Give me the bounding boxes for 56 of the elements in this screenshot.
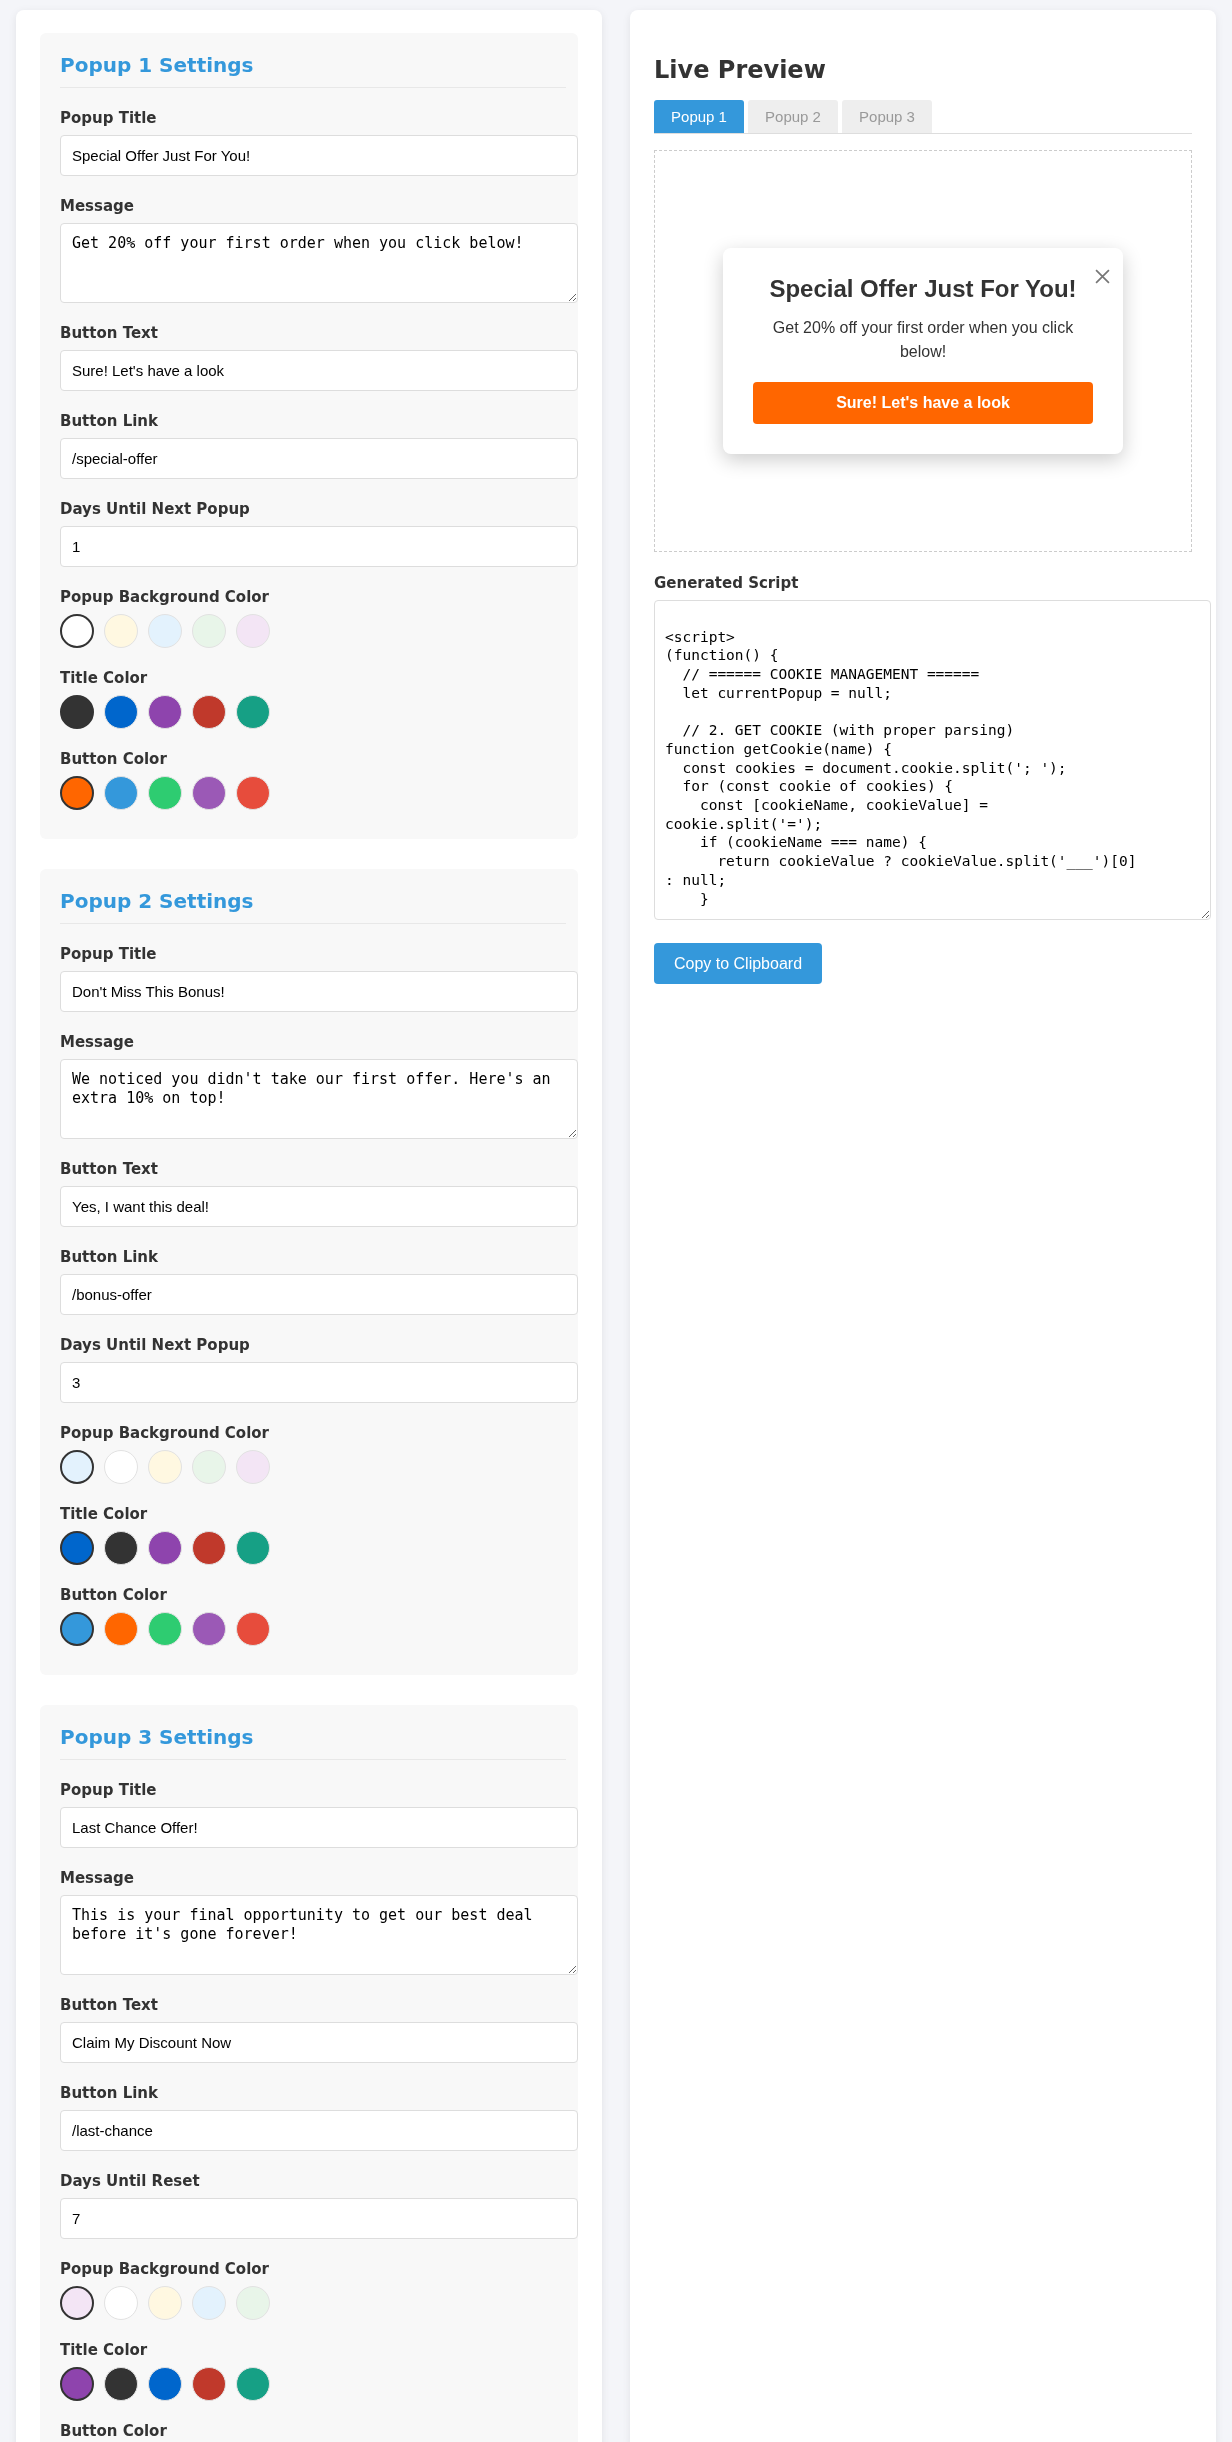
field-label: Popup Background Color [60, 1424, 270, 1442]
field-label: Button Color [60, 2422, 168, 2440]
field-label: Button Link [60, 412, 159, 430]
section-heading: Popup 2 Settings [60, 889, 566, 924]
field-label: Popup Background Color [60, 588, 270, 606]
field-label: Popup Title [60, 109, 158, 127]
text-input[interactable]: Yes, I want this deal! [60, 1186, 578, 1227]
field-label: Popup Background Color [60, 2260, 270, 2278]
color-swatch[interactable] [60, 2286, 94, 2320]
section-heading: Popup 3 Settings [60, 1725, 566, 1760]
text-input[interactable]: 1 [60, 526, 578, 567]
field-label: Popup Title [60, 1781, 158, 1799]
color-swatch[interactable] [60, 1612, 94, 1646]
script-textarea[interactable]: <script> (function() { // ====== COOKIE MANAGEMENT ====== let currentPopup = null; // 2. GET COOKIE (with proper parsing) function getCookie(name) { const cookies = document.cookie.split('; '); for (const cookie of cookies) { const [cookieName, cookieValue] = cookie.split('='); if (cookieName === name) { return cookieValue ? cookieValue.split('___')[0] : null; } [654, 600, 1211, 920]
text-input[interactable]: /special-offer [60, 438, 578, 479]
field-label: Button Text [60, 1160, 159, 1178]
field-label: Title Color [60, 1505, 149, 1523]
color-swatch[interactable] [60, 1450, 94, 1484]
popup-title: Special Offer Just For You! [768, 274, 1078, 304]
message-textarea[interactable]: This is your final opportunity to get our best deal before it's gone forever! [60, 1895, 578, 1975]
panel-heading: Live Preview [654, 56, 827, 84]
field-label: Button Color [60, 1586, 168, 1604]
field-label: Days Until Next Popup [60, 1336, 251, 1354]
field-label: Message [60, 1869, 135, 1887]
field-label: Message [60, 197, 135, 215]
text-input[interactable]: Sure! Let's have a look [60, 350, 578, 391]
color-swatch[interactable] [60, 695, 94, 729]
field-label: Popup Title [60, 945, 158, 963]
text-input[interactable]: /bonus-offer [60, 1274, 578, 1315]
field-label: Button Link [60, 1248, 159, 1266]
field-label: Days Until Reset [60, 2172, 201, 2190]
message-textarea[interactable]: We noticed you didn't take our first offer. Here's an extra 10% on top! [60, 1059, 578, 1139]
color-swatch[interactable] [60, 1531, 94, 1565]
field-label: Days Until Next Popup [60, 500, 251, 518]
text-input[interactable]: 3 [60, 1362, 578, 1403]
field-label: Title Color [60, 669, 149, 687]
field-label: Message [60, 1033, 135, 1051]
popup-message: Get 20% off your first order when you click below! [771, 318, 1075, 362]
close-icon[interactable] [1095, 269, 1110, 284]
field-label: Button Color [60, 750, 168, 768]
section-heading: Popup 1 Settings [60, 53, 566, 88]
field-label: Generated Script [654, 574, 800, 592]
field-label: Button Text [60, 324, 159, 342]
color-swatch[interactable] [60, 2367, 94, 2401]
field-label: Button Link [60, 2084, 159, 2102]
field-label: Button Text [60, 1996, 159, 2014]
color-swatch[interactable] [60, 776, 94, 810]
message-textarea[interactable]: Get 20% off your first order when you click below! [60, 223, 578, 303]
text-input[interactable]: 7 [60, 2198, 578, 2239]
color-swatch[interactable] [60, 614, 94, 648]
text-input[interactable]: Special Offer Just For You! [60, 135, 578, 176]
text-input[interactable]: Last Chance Offer! [60, 1807, 578, 1848]
field-label: Title Color [60, 2341, 149, 2359]
text-input[interactable]: /last-chance [60, 2110, 578, 2151]
text-input[interactable]: Don't Miss This Bonus! [60, 971, 578, 1012]
text-input[interactable]: Claim My Discount Now [60, 2022, 578, 2063]
